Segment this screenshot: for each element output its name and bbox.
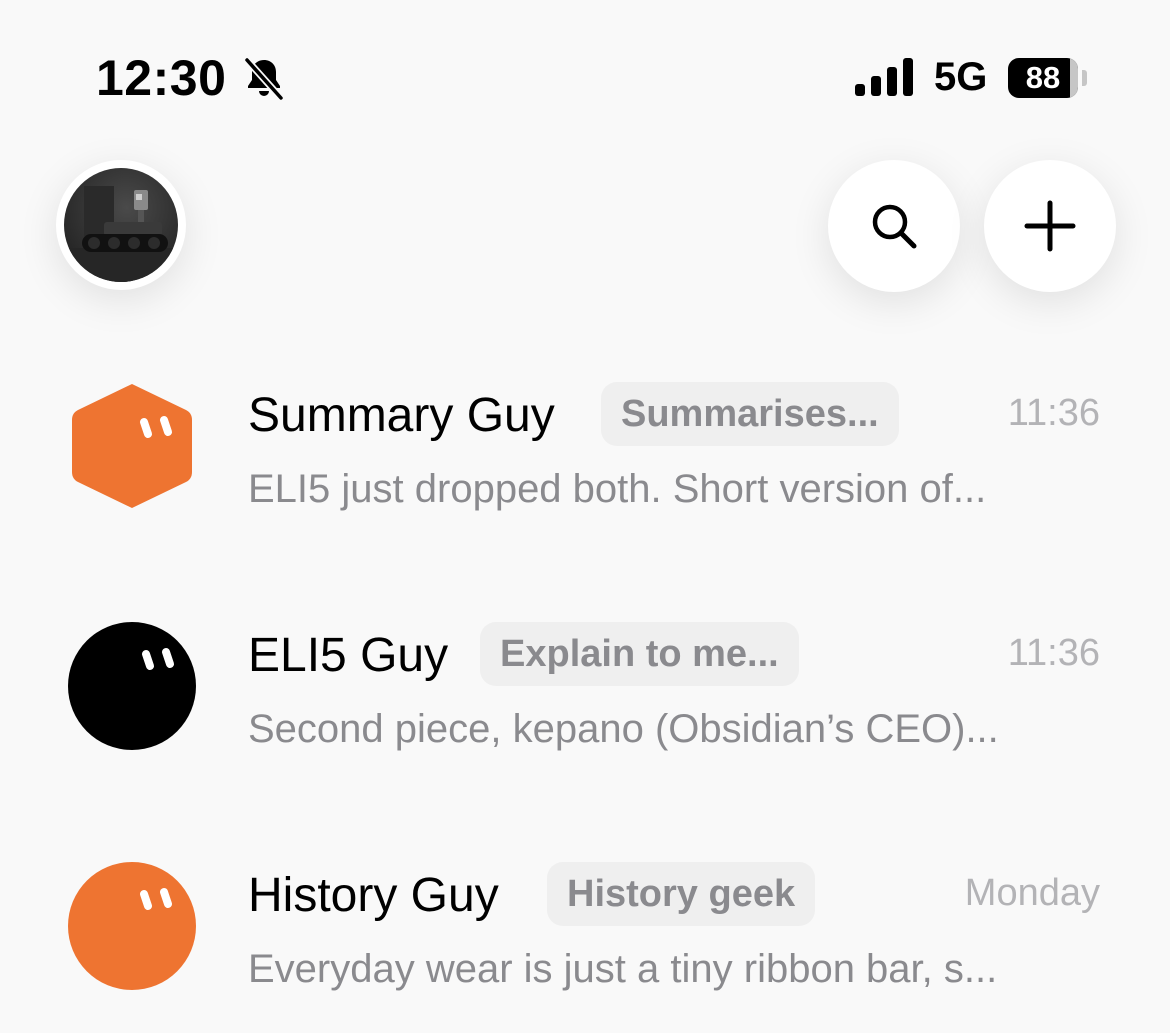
chat-tag: Summarises... — [601, 382, 899, 446]
chat-name: ELI5 Guy — [248, 629, 449, 682]
network-type: 5G — [934, 55, 988, 99]
chat-preview: Second piece, kepano (Obsidian’s CEO)... — [248, 707, 999, 751]
plus-icon — [1024, 200, 1076, 252]
chat-row-history-guy[interactable]: History Guy History geek Monday Everyday… — [0, 860, 1170, 1020]
cellular-signal-icon — [855, 58, 915, 96]
battery-cap — [1082, 70, 1087, 86]
battery-empty-part — [1070, 58, 1078, 98]
battery-icon: 88 — [1008, 58, 1078, 98]
profile-avatar[interactable] — [56, 160, 186, 290]
chat-name: History Guy — [248, 869, 499, 922]
battery-level: 88 — [1025, 60, 1061, 95]
search-icon — [872, 204, 917, 249]
chat-preview: Everyday wear is just a tiny ribbon bar,… — [248, 947, 998, 991]
circle-face-icon — [66, 620, 198, 752]
chat-time: 11:36 — [1007, 632, 1100, 674]
chat-name: Summary Guy — [248, 389, 555, 442]
status-time: 12:30 — [96, 50, 227, 106]
chat-tag: History geek — [547, 862, 816, 926]
chat-row-summary-guy[interactable]: Summary Guy Summarises... 11:36 ELI5 jus… — [0, 380, 1170, 540]
chat-row-eli5-guy[interactable]: ELI5 Guy Explain to me... 11:36 Second p… — [0, 620, 1170, 780]
search-button[interactable] — [828, 160, 960, 292]
chat-time: Monday — [964, 872, 1100, 914]
status-bar: 12:30 5G 88 — [0, 0, 1170, 140]
circle-face-icon — [66, 860, 198, 992]
new-chat-button[interactable] — [984, 160, 1116, 292]
bell-off-icon — [240, 54, 288, 102]
robot-image — [64, 168, 178, 282]
hexagon-face-icon — [66, 380, 198, 512]
chat-time: 11:36 — [1007, 392, 1100, 434]
chat-tag: Explain to me... — [480, 622, 799, 686]
chat-preview: ELI5 just dropped both. Short version of… — [248, 467, 987, 511]
